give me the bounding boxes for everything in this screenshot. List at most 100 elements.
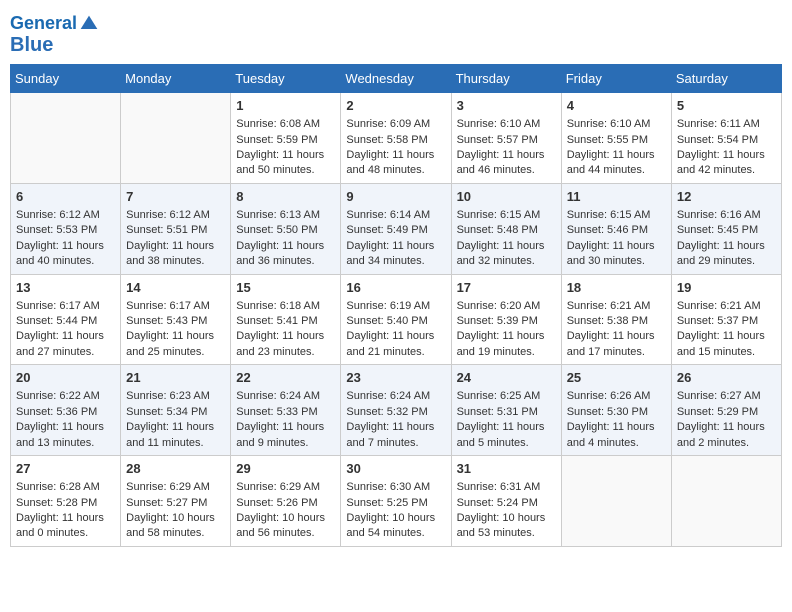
day-number: 10 [457,188,556,206]
calendar-cell: 8Sunrise: 6:13 AMSunset: 5:50 PMDaylight… [231,183,341,274]
sunrise-text: Sunrise: 6:30 AM [346,480,445,495]
daylight-text: Daylight: 10 hours and 54 minutes. [346,511,445,542]
daylight-text: Daylight: 11 hours and 2 minutes. [677,420,776,451]
daylight-text: Daylight: 11 hours and 29 minutes. [677,239,776,270]
daylight-text: Daylight: 11 hours and 17 minutes. [567,329,666,360]
calendar-week-row: 20Sunrise: 6:22 AMSunset: 5:36 PMDayligh… [11,365,782,456]
day-number: 29 [236,460,335,478]
sunset-text: Sunset: 5:41 PM [236,314,335,329]
day-number: 28 [126,460,225,478]
sunset-text: Sunset: 5:58 PM [346,133,445,148]
day-number: 23 [346,369,445,387]
calendar-cell [121,93,231,184]
calendar-cell: 23Sunrise: 6:24 AMSunset: 5:32 PMDayligh… [341,365,451,456]
calendar-cell: 24Sunrise: 6:25 AMSunset: 5:31 PMDayligh… [451,365,561,456]
calendar-cell: 18Sunrise: 6:21 AMSunset: 5:38 PMDayligh… [561,274,671,365]
sunset-text: Sunset: 5:49 PM [346,223,445,238]
daylight-text: Daylight: 11 hours and 5 minutes. [457,420,556,451]
sunrise-text: Sunrise: 6:10 AM [457,117,556,132]
logo: General Blue [10,14,99,56]
sunrise-text: Sunrise: 6:14 AM [346,208,445,223]
sunset-text: Sunset: 5:32 PM [346,405,445,420]
daylight-text: Daylight: 11 hours and 19 minutes. [457,329,556,360]
daylight-text: Daylight: 11 hours and 50 minutes. [236,148,335,179]
logo-blue-text: Blue [10,34,99,56]
calendar-cell: 25Sunrise: 6:26 AMSunset: 5:30 PMDayligh… [561,365,671,456]
day-number: 22 [236,369,335,387]
day-number: 24 [457,369,556,387]
day-number: 6 [16,188,115,206]
calendar-cell: 5Sunrise: 6:11 AMSunset: 5:54 PMDaylight… [671,93,781,184]
sunrise-text: Sunrise: 6:24 AM [236,389,335,404]
daylight-text: Daylight: 11 hours and 21 minutes. [346,329,445,360]
sunset-text: Sunset: 5:39 PM [457,314,556,329]
calendar-week-row: 6 Sunrise: 6:12 AMSunset: 5:53 PM Daylight… [11,183,782,274]
calendar-cell: 31Sunrise: 6:31 AMSunset: 5:24 PMDayligh… [451,456,561,547]
daylight-text: Daylight: 11 hours and 25 minutes. [126,329,225,360]
sunset-text: Sunset: 5:30 PM [567,405,666,420]
day-number: 14 [126,279,225,297]
daylight-text: Daylight: 11 hours and 42 minutes. [677,148,776,179]
calendar-cell: 3Sunrise: 6:10 AMSunset: 5:57 PMDaylight… [451,93,561,184]
sunrise-text: Sunrise: 6:23 AM [126,389,225,404]
day-number: 31 [457,460,556,478]
calendar-cell: 21Sunrise: 6:23 AMSunset: 5:34 PMDayligh… [121,365,231,456]
daylight-text: Daylight: 11 hours and 0 minutes. [16,511,115,542]
calendar-cell: 22 Sunrise: 6:24 AMSunset: 5:33 PMDayligh… [231,365,341,456]
sunset-text: Sunset: 5:24 PM [457,496,556,511]
sunset-text: Sunset: 5:29 PM [677,405,776,420]
calendar-week-row: 1Sunrise: 6:08 AMSunset: 5:59 PMDaylight… [11,93,782,184]
sunrise-text: Sunrise: 6:16 AM [677,208,776,223]
calendar-cell: 15Sunrise: 6:18 AMSunset: 5:41 PMDayligh… [231,274,341,365]
calendar-cell: 14 Sunrise: 6:17 AMSunset: 5:43 PMDayligh… [121,274,231,365]
sunrise-text: Sunrise: 6:21 AM [677,299,776,314]
daylight-text: Daylight: 11 hours and 9 minutes. [236,420,335,451]
daylight-text: Daylight: 11 hours and 15 minutes. [677,329,776,360]
calendar-cell: 13Sunrise: 6:17 AMSunset: 5:44 PMDayligh… [11,274,121,365]
sunrise-text: Sunrise: 6:12 AM [16,208,115,223]
weekday-header-sunday: Sunday [11,65,121,93]
sunrise-text: Sunrise: 6:26 AM [567,389,666,404]
sunrise-text: Sunrise: 6:15 AM [457,208,556,223]
sunset-text: Sunset: 5:40 PM [346,314,445,329]
sunrise-text: Sunrise: 6:21 AM [567,299,666,314]
daylight-text: Daylight: 11 hours and 48 minutes. [346,148,445,179]
sunset-text: Sunset: 5:43 PM [126,314,225,329]
daylight-text: Daylight: 11 hours and 11 minutes. [126,420,225,451]
day-number: 20 [16,369,115,387]
day-number: 2 [346,97,445,115]
sunrise-text: Sunrise: 6:20 AM [457,299,556,314]
day-number: 26 [677,369,776,387]
sunset-text: Sunset: 5:38 PM [567,314,666,329]
sunrise-text: Sunrise: 6:09 AM [346,117,445,132]
calendar-cell: 6Sunrise: 6:12 AMSunset: 5:53 PMDaylight… [11,183,121,274]
calendar-cell: 30Sunrise: 6:30 AMSunset: 5:25 PMDayligh… [341,456,451,547]
calendar-cell: 27Sunrise: 6:28 AMSunset: 5:28 PMDayligh… [11,456,121,547]
calendar-cell [671,456,781,547]
sunrise-text: Sunrise: 6:25 AM [457,389,556,404]
sunrise-text: Sunrise: 6:22 AM [16,389,115,404]
daylight-text: Daylight: 11 hours and 38 minutes. [126,239,225,270]
logo-icon [79,14,99,34]
sunrise-text: Sunrise: 6:29 AM [126,480,225,495]
sunset-text: Sunset: 5:45 PM [677,223,776,238]
calendar-cell: 4Sunrise: 6:10 AMSunset: 5:55 PMDaylight… [561,93,671,184]
sunset-text: Sunset: 5:53 PM [16,223,115,238]
sunrise-text: Sunrise: 6:17 AM [126,299,225,314]
sunrise-text: Sunrise: 6:13 AM [236,208,335,223]
calendar-cell: 10Sunrise: 6:15 AMSunset: 5:48 PMDayligh… [451,183,561,274]
day-number: 15 [236,279,335,297]
sunrise-text: Sunrise: 6:08 AM [236,117,335,132]
daylight-text: Daylight: 11 hours and 4 minutes. [567,420,666,451]
sunrise-text: Sunrise: 6:27 AM [677,389,776,404]
logo-text: General [10,14,77,34]
day-number: 27 [16,460,115,478]
calendar-week-row: 13Sunrise: 6:17 AMSunset: 5:44 PMDayligh… [11,274,782,365]
sunset-text: Sunset: 5:57 PM [457,133,556,148]
calendar-cell: 12Sunrise: 6:16 AMSunset: 5:45 PMDayligh… [671,183,781,274]
sunrise-text: Sunrise: 6:28 AM [16,480,115,495]
sunset-text: Sunset: 5:50 PM [236,223,335,238]
daylight-text: Daylight: 10 hours and 56 minutes. [236,511,335,542]
sunset-text: Sunset: 5:33 PM [236,405,335,420]
daylight-text: Daylight: 11 hours and 23 minutes. [236,329,335,360]
